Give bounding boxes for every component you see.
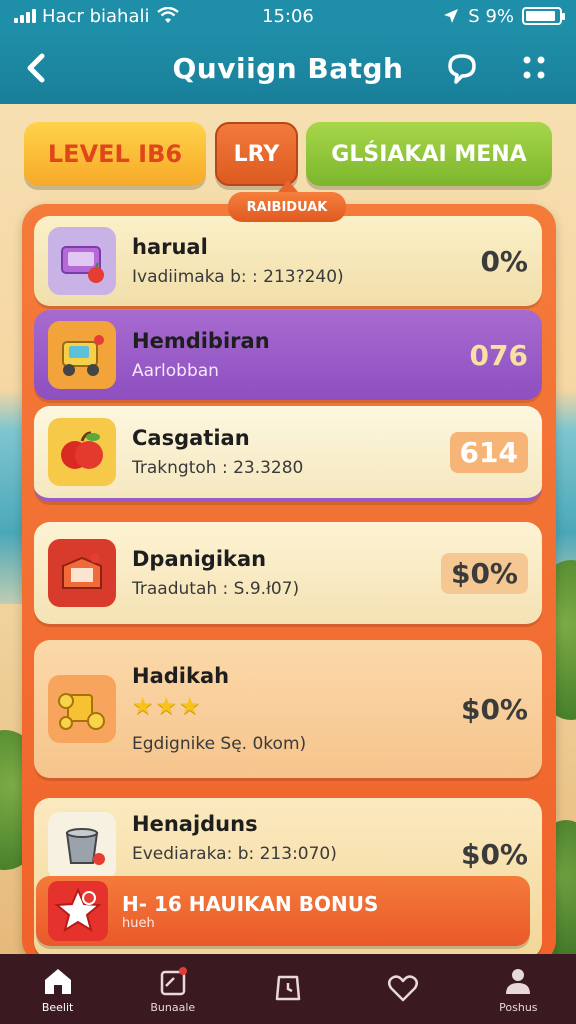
item-name: Casgatian <box>132 426 250 450</box>
nav-tab-clock[interactable] <box>238 971 338 1008</box>
nav-label: Poshus <box>499 1001 538 1014</box>
more-icon[interactable] <box>514 48 554 88</box>
list-item[interactable]: Hadikah ★★★ Egdignike Sę. 0kom) $0% <box>34 640 542 778</box>
back-icon[interactable] <box>20 48 56 88</box>
item-value: $0% <box>460 838 528 871</box>
apple-icon <box>48 418 116 486</box>
item-sub: Aarlobban <box>132 361 219 381</box>
bonus-star-icon <box>48 881 108 941</box>
item-name: harual <box>132 235 208 259</box>
home-icon <box>44 969 71 994</box>
location-icon <box>444 9 459 23</box>
rating-stars: ★★★ <box>132 692 203 720</box>
menu-button[interactable]: GLŚIAKAI MENA <box>306 122 552 186</box>
nav-label: Bunaale <box>150 1001 196 1014</box>
item-name: Hadikah <box>132 664 230 688</box>
heart-icon <box>388 974 419 1001</box>
ribbon-label: RAIBIDUAK <box>228 180 346 222</box>
item-sub: Trakngtoh : 23.3280 <box>132 458 304 478</box>
item-value: 614 <box>449 431 528 473</box>
battery-icon <box>522 7 565 25</box>
notes-icon <box>160 967 187 996</box>
list-item[interactable]: harual Ivadiimaka b: : 213?240) 0% <box>34 216 542 306</box>
nav-tab-profile[interactable]: Poshus <box>468 964 568 1014</box>
nav-tab-notes[interactable]: Bunaale <box>123 964 223 1014</box>
item-sub: Ivadiimaka b: : 213?240) <box>132 267 344 287</box>
page-title: Quviign Batgh <box>172 51 404 85</box>
app-header: Quviign Batgh <box>0 32 576 104</box>
chat-icon[interactable] <box>442 48 482 88</box>
item-sub: Traadutah : S.9.ł07) <box>132 579 300 599</box>
battery-percent: S 9% <box>468 5 514 27</box>
clock-icon <box>275 975 301 1000</box>
bottom-nav: Beelit Bunaale Poshus <box>0 954 576 1024</box>
item-value: 0% <box>480 244 528 278</box>
list-item[interactable]: Casgatian Trakngtoh : 23.3280 614 <box>34 406 542 502</box>
signal-icon <box>14 9 36 23</box>
level-button[interactable]: LEVEL IB6 <box>24 122 206 186</box>
item-value: $0% <box>460 692 528 726</box>
level-row: LEVEL IB6 LRY GLŚIAKAI MENA <box>24 122 552 188</box>
nav-tab-home[interactable]: Beelit <box>8 964 108 1014</box>
crate-icon <box>48 539 116 607</box>
bucket-icon <box>48 812 116 880</box>
item-name: Dpanigikan <box>132 547 267 571</box>
items-panel: harual Ivadiimaka b: : 213?240) 0% Hemdi… <box>22 204 556 964</box>
nav-label: Beelit <box>41 1001 74 1014</box>
lry-button[interactable]: LRY <box>215 122 298 186</box>
item-value: 076 <box>469 338 528 372</box>
list-item[interactable]: Hemdibiran Aarlobban 076 <box>34 310 542 400</box>
mower-icon <box>48 321 116 389</box>
item-name: Hemdibiran <box>132 329 270 353</box>
bonus-title: H- 16 HAUIKAN BONUS <box>122 891 379 916</box>
bonus-banner[interactable]: H- 16 HAUIKAN BONUS hueh <box>36 876 530 946</box>
item-sub: Evediaraka: b: 213:070) <box>132 844 337 864</box>
profile-icon <box>506 969 531 994</box>
nav-tab-favorites[interactable] <box>353 971 453 1008</box>
item-sub: Egdignike Sę. 0kom) <box>132 734 307 754</box>
cash-register-icon <box>48 227 116 295</box>
item-name: Henajduns <box>132 812 258 836</box>
item-value: $0% <box>440 552 528 594</box>
wifi-icon <box>157 7 180 23</box>
list-item[interactable]: Dpanigikan Traadutah : S.9.ł07) $0% <box>34 522 542 624</box>
status-bar: Hacr biahali 15:06 S 9% <box>0 0 576 32</box>
coins-icon <box>48 675 116 743</box>
carrier-name: Hacr biahali <box>42 5 150 27</box>
bonus-sub: hueh <box>122 915 155 931</box>
status-time: 15:06 <box>262 5 314 27</box>
